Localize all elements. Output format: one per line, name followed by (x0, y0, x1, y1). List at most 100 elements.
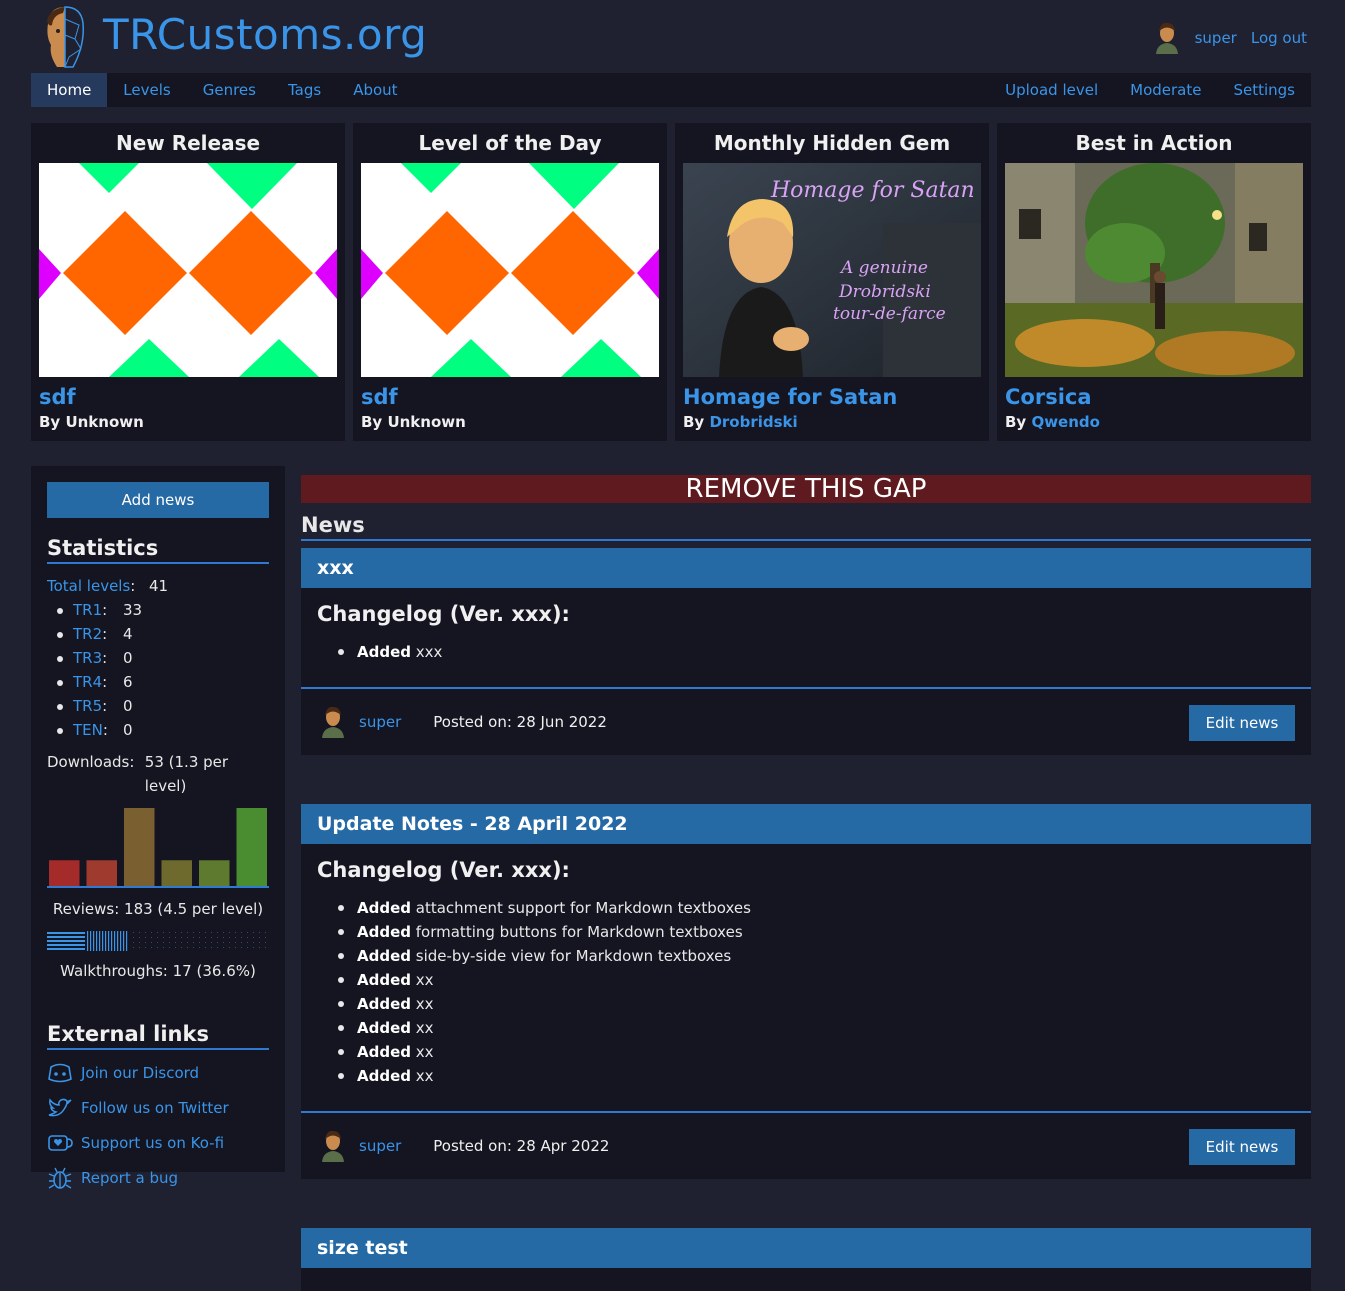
kofi-link[interactable]: Support us on Ko-fi (47, 1131, 269, 1155)
nav-settings[interactable]: Settings (1217, 73, 1311, 107)
sidebar: Add news Statistics Total levels: 41 TR1… (31, 466, 285, 1189)
engine-link-tr5[interactable]: TR5 (73, 697, 102, 715)
nav-tags[interactable]: Tags (272, 73, 337, 107)
engine-link-tr1[interactable]: TR1 (73, 601, 102, 619)
nav-about[interactable]: About (337, 73, 413, 107)
external-links-heading: External links (47, 1022, 269, 1050)
rating-bar[interactable] (86, 860, 118, 886)
engine-link-tr2[interactable]: TR2 (73, 625, 102, 643)
changelog-item: Added xxx (338, 640, 1295, 664)
twitter-icon (48, 1098, 72, 1117)
downloads-value: 53 (1.3 per level) (144, 753, 229, 795)
twitter-link[interactable]: Follow us on Twitter (47, 1096, 269, 1120)
level-name-link[interactable]: sdf (39, 385, 76, 409)
site-header: TRCustoms.org super Log out (31, 0, 1311, 72)
author-avatar[interactable] (319, 706, 347, 738)
author-link[interactable]: Drobridski (709, 413, 797, 431)
walkthroughs-text: Walkthroughs: 17 (36.6%) (60, 962, 256, 980)
rating-distribution-chart[interactable] (47, 808, 269, 888)
link-label: Join our Discord (81, 1064, 200, 1082)
add-news-button[interactable]: Add news (47, 482, 269, 518)
feature-card-hidden-gem: Monthly Hidden Gem Homage for Satan A ge… (675, 123, 989, 441)
engine-count: 0 (123, 721, 133, 739)
discord-link[interactable]: Join our Discord (47, 1061, 269, 1085)
card-heading: Best in Action (1075, 131, 1233, 155)
changelog-heading: Changelog (Ver. xxx): (317, 602, 570, 626)
rating-bar[interactable] (124, 808, 155, 886)
image-caption-text: Drobridski (838, 282, 931, 302)
engine-count: 33 (123, 601, 143, 619)
card-heading: Level of the Day (418, 131, 602, 155)
card-byline: By Drobridski (683, 413, 798, 431)
rating-bar[interactable] (236, 808, 268, 886)
edit-news-button[interactable]: Edit news (1189, 705, 1295, 741)
engine-count: 4 (123, 625, 133, 643)
card-heading: Monthly Hidden Gem (713, 131, 951, 155)
author-link[interactable]: Qwendo (1031, 413, 1100, 431)
level-screenshot[interactable] (1005, 163, 1303, 377)
engine-row: TR5: 0 (47, 694, 269, 718)
level-name-link[interactable]: sdf (361, 385, 398, 409)
posted-date: Posted on: 28 Jun 2022 (433, 713, 607, 731)
author-avatar[interactable] (319, 1130, 347, 1162)
card-byline: By Unknown (361, 413, 466, 431)
logo-icon[interactable] (41, 5, 87, 69)
by-label: By (361, 413, 383, 431)
news-item: xxx Changelog (Ver. xxx): Added xxx supe… (301, 548, 1311, 755)
main-nav: Home Levels Genres Tags About Upload lev… (31, 73, 1311, 107)
report-bug-link[interactable]: Report a bug (47, 1166, 269, 1190)
reviews-text: Reviews: 183 (4.5 per level) (52, 900, 264, 918)
nav-genres[interactable]: Genres (187, 73, 272, 107)
author-name: Unknown (387, 413, 466, 431)
news-title: size test (301, 1228, 1311, 1268)
level-name-link[interactable]: Corsica (1005, 385, 1092, 409)
user-area: super Log out (1153, 22, 1307, 54)
level-name-link[interactable]: Homage for Satan (683, 385, 897, 409)
edit-news-button[interactable]: Edit news (1189, 1129, 1295, 1165)
engine-row: TEN: 0 (47, 718, 269, 742)
news-title: Update Notes - 28 April 2022 (301, 804, 1311, 844)
rating-bar[interactable] (161, 860, 193, 886)
news-footer: super Posted on: 28 Jun 2022 Edit news (301, 687, 1311, 755)
card-heading: New Release (115, 131, 261, 155)
nav-upload-level[interactable]: Upload level (989, 73, 1114, 107)
by-label: By (1005, 413, 1027, 431)
kofi-icon (48, 1135, 73, 1151)
logout-link[interactable]: Log out (1251, 29, 1307, 47)
statistics-list: Total levels: 41 TR1: 33 TR2: 4 TR3: 0 T… (47, 574, 269, 798)
total-levels-link[interactable]: Total levels (47, 577, 130, 595)
by-label: By (683, 413, 705, 431)
author-link[interactable]: super (359, 1137, 401, 1155)
nav-levels[interactable]: Levels (107, 73, 186, 107)
card-byline: By Unknown (39, 413, 144, 431)
news-title: xxx (301, 548, 1311, 588)
nav-moderate[interactable]: Moderate (1114, 73, 1217, 107)
engine-link-tr3[interactable]: TR3 (73, 649, 102, 667)
level-screenshot[interactable]: Homage for Satan A genuine Drobridski to… (683, 163, 981, 377)
engine-row: TR3: 0 (47, 646, 269, 670)
statistics-heading: Statistics (47, 536, 269, 564)
changelog-item: Added xx (338, 1016, 1295, 1040)
total-levels-row: Total levels: 41 (47, 574, 269, 598)
engine-link-tr4[interactable]: TR4 (73, 673, 102, 691)
changelog-item: Added xx (338, 1064, 1295, 1088)
rating-bar[interactable] (199, 860, 230, 886)
user-avatar[interactable] (1153, 22, 1181, 54)
site-title[interactable]: TRCustoms.org (103, 10, 427, 59)
username-link[interactable]: super (1195, 29, 1237, 47)
author-name: Unknown (65, 413, 144, 431)
author-link[interactable]: super (359, 713, 401, 731)
rating-bar[interactable] (49, 860, 80, 886)
changelog-item: Added attachment support for Markdown te… (338, 896, 1295, 920)
chart-baseline (47, 886, 269, 888)
bug-icon (48, 1167, 72, 1189)
card-byline: By Qwendo (1005, 413, 1100, 431)
engine-link-ten[interactable]: TEN (73, 721, 103, 739)
placeholder-pattern-image[interactable] (361, 163, 659, 377)
feature-card-new-release: New Release sdf By Unknown (31, 123, 345, 441)
link-label: Report a bug (81, 1169, 179, 1187)
feature-card-level-of-day: Level of the Day sdf By Unknown (353, 123, 667, 441)
placeholder-pattern-image[interactable] (39, 163, 337, 377)
featured-levels: New Release sdf By Unknown Level of the … (31, 123, 1311, 441)
nav-home[interactable]: Home (31, 73, 108, 107)
